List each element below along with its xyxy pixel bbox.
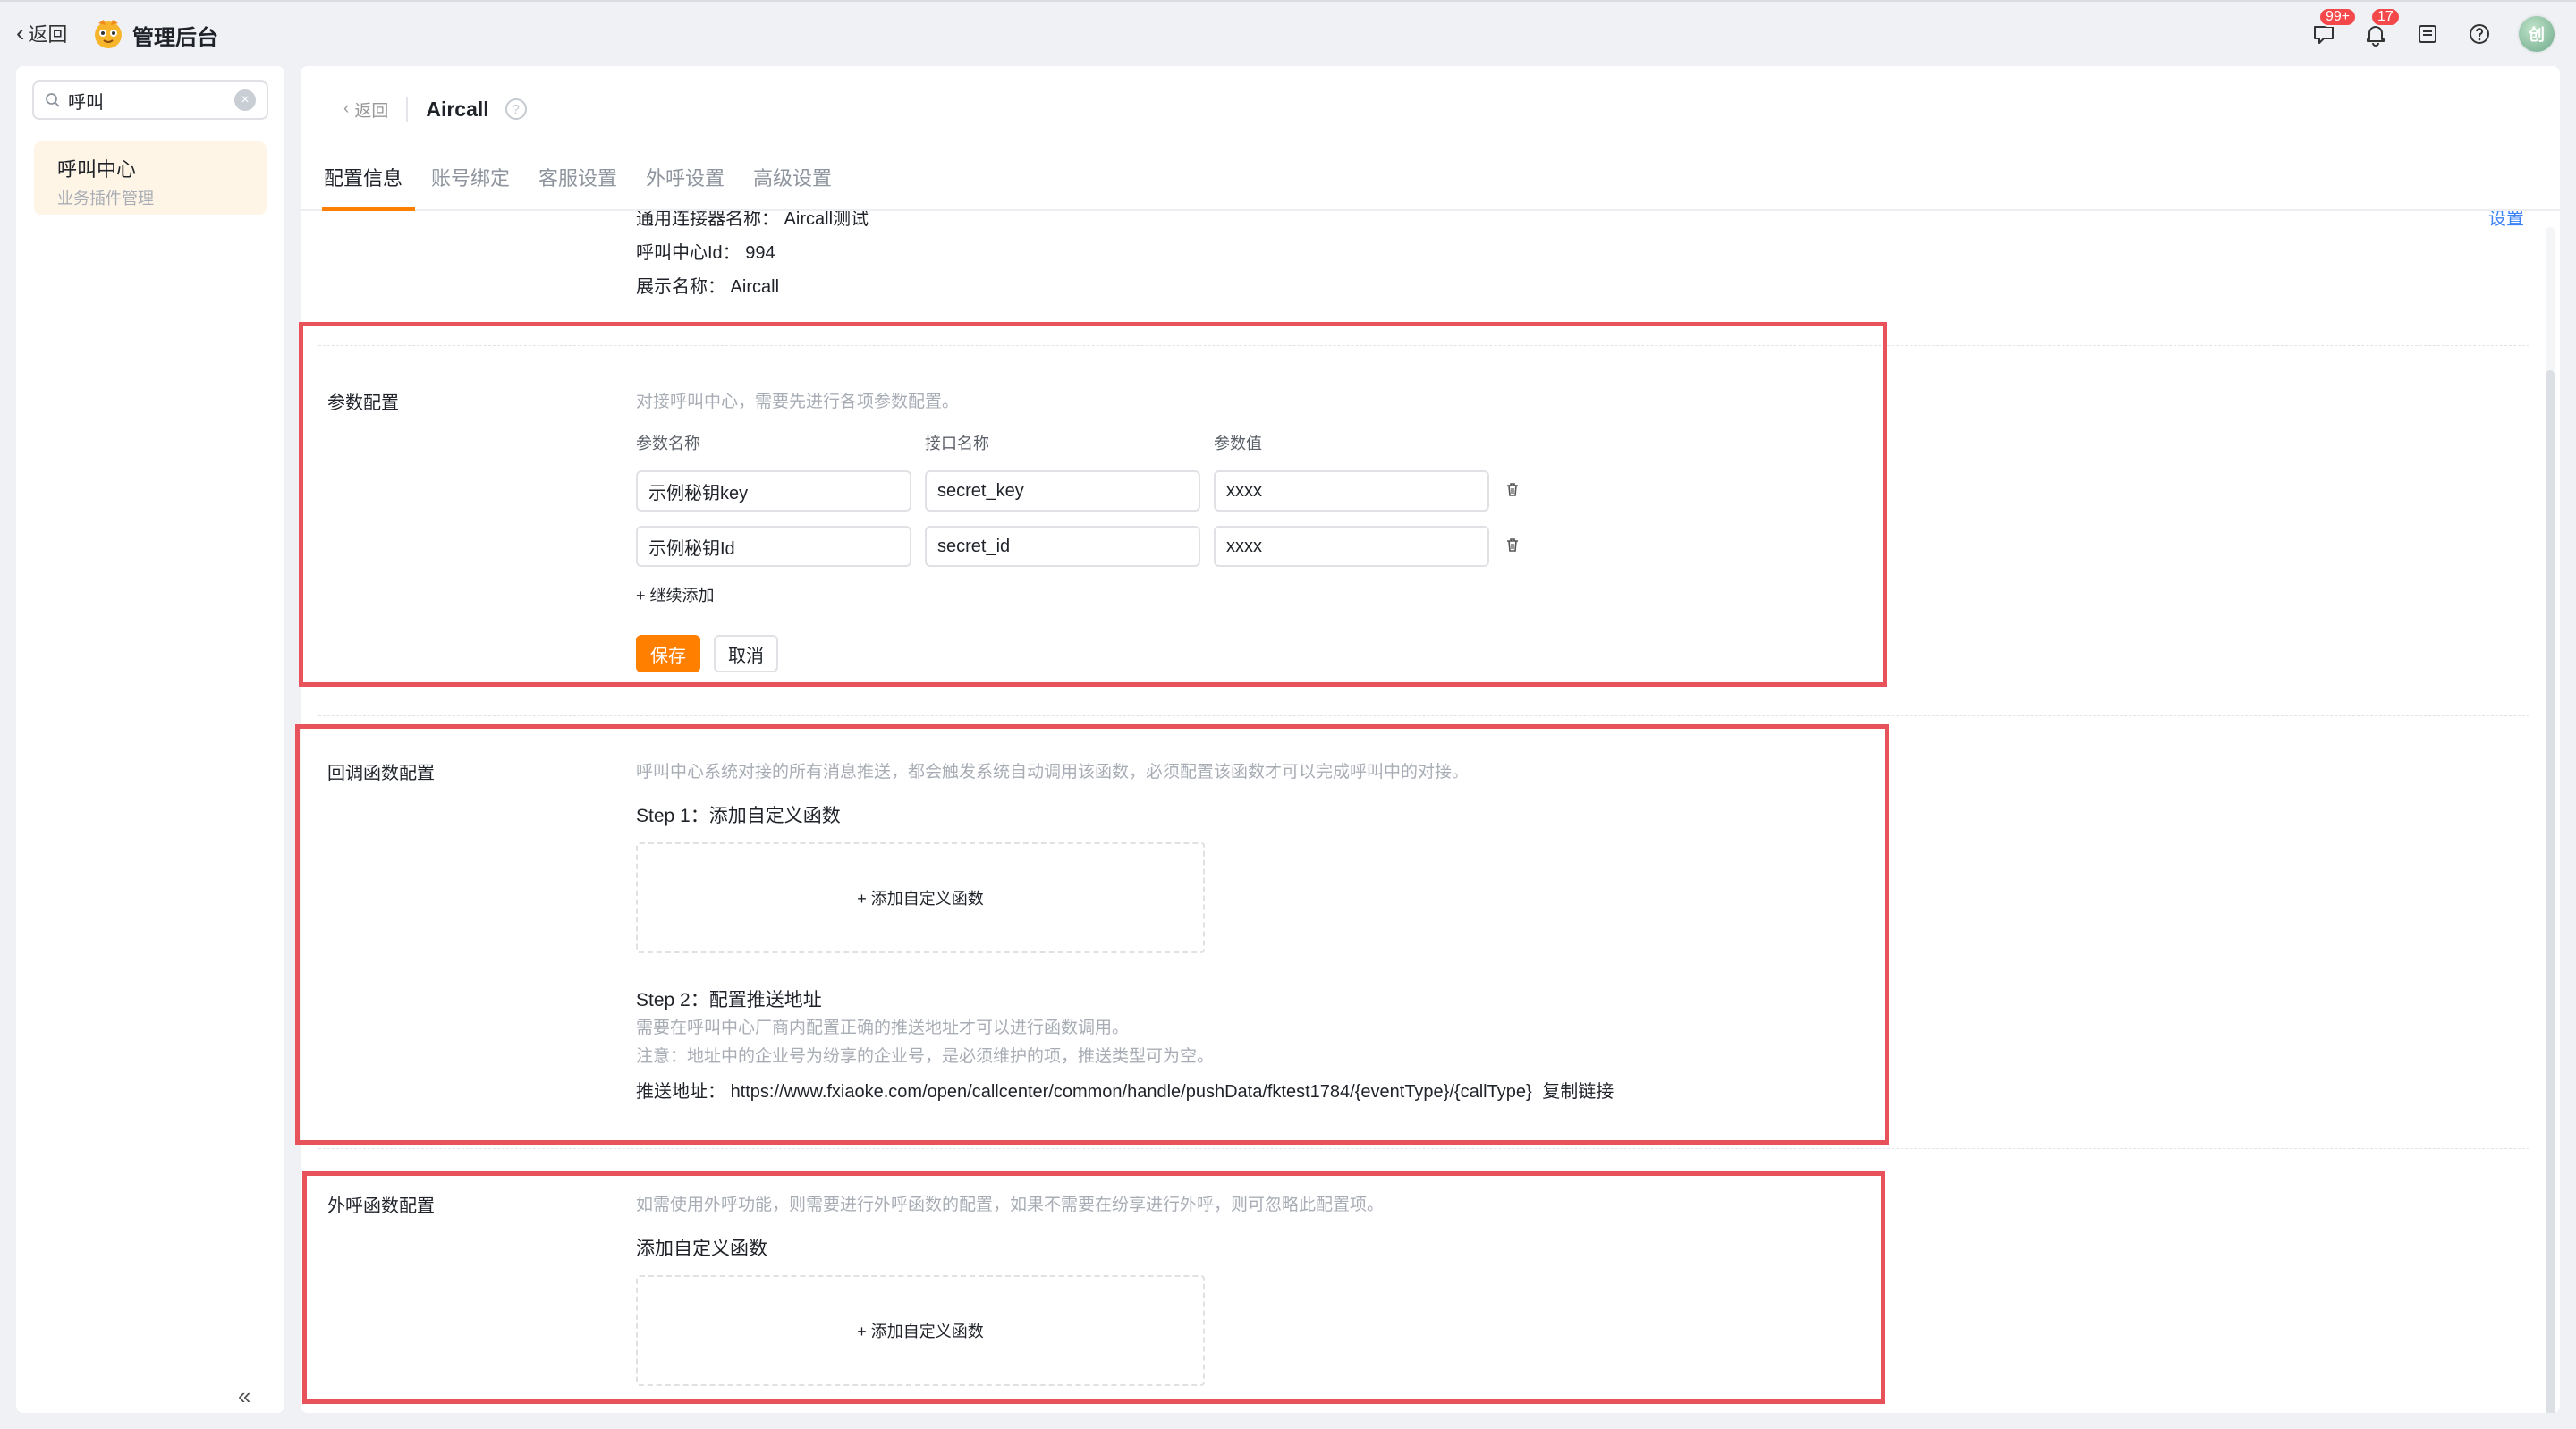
chevron-left-icon: ‹ (343, 99, 350, 118)
question-circle-icon (2470, 24, 2489, 44)
display-name: 展示名称： Aircall (636, 277, 780, 297)
plugin-search: × (32, 80, 268, 120)
top-back-label: 返回 (28, 23, 68, 46)
annotation-box-callback (295, 724, 1889, 1145)
call-center-id: 呼叫中心Id： 994 (636, 243, 775, 263)
help-button[interactable] (2465, 20, 2494, 48)
collapse-sidebar-icon[interactable]: « (238, 1382, 250, 1410)
plugin-name: Aircall (426, 97, 489, 121)
tab-config-info[interactable]: 配置信息 (321, 163, 416, 211)
section-divider (318, 1148, 2529, 1149)
top-back-button[interactable]: ‹ 返回 (16, 18, 67, 48)
section-divider (318, 715, 2529, 716)
sidebar-item-title: 呼叫中心 (57, 158, 137, 181)
annotation-box-outbound (302, 1171, 1885, 1404)
chevron-left-icon: ‹ (16, 19, 25, 47)
tasks-button[interactable] (2413, 20, 2442, 48)
messages-button[interactable]: 99+ (2309, 7, 2358, 48)
app-title: 管理后台 (132, 26, 218, 50)
app-logo-icon (91, 16, 125, 50)
notifications-button[interactable]: 17 (2361, 7, 2401, 48)
tab-outbound-settings[interactable]: 外呼设置 (646, 163, 724, 209)
search-icon (46, 93, 60, 107)
settings-link[interactable]: 设置 (2488, 211, 2524, 230)
help-circle-icon[interactable]: ? (504, 98, 527, 120)
top-bar: ‹ 返回 管理后台 99+ 17 创 (0, 0, 2576, 64)
sidebar-item-call-center[interactable]: 呼叫中心 业务插件管理 (34, 141, 267, 215)
messages-badge: 99+ (2318, 7, 2358, 27)
inbox-icon (2419, 25, 2436, 43)
clear-search-icon[interactable]: × (234, 89, 256, 111)
config-tabs: 配置信息 账号绑定 客服设置 外呼设置 高级设置 (301, 156, 2560, 211)
breadcrumb-divider (406, 97, 409, 122)
search-input[interactable] (68, 89, 227, 111)
notifications-badge: 17 (2370, 7, 2401, 27)
breadcrumb-back-label: 返回 (354, 101, 389, 121)
scrollbar-thumb[interactable] (2546, 370, 2555, 1413)
sidebar-item-subtitle: 业务插件管理 (57, 190, 154, 207)
annotation-box-params (299, 322, 1887, 687)
user-avatar[interactable]: 创 (2517, 14, 2556, 54)
breadcrumb-back-button[interactable]: ‹ 返回 (343, 97, 388, 122)
connector-name: 通用连接器名称： Aircall测试 (636, 211, 869, 229)
tab-service-settings[interactable]: 客服设置 (538, 163, 617, 209)
tab-account-binding[interactable]: 账号绑定 (431, 163, 510, 209)
tab-advanced-settings[interactable]: 高级设置 (753, 163, 832, 209)
plugin-sidebar: × 呼叫中心 业务插件管理 « (16, 66, 284, 1413)
breadcrumb: ‹ 返回 Aircall ? (343, 91, 527, 127)
